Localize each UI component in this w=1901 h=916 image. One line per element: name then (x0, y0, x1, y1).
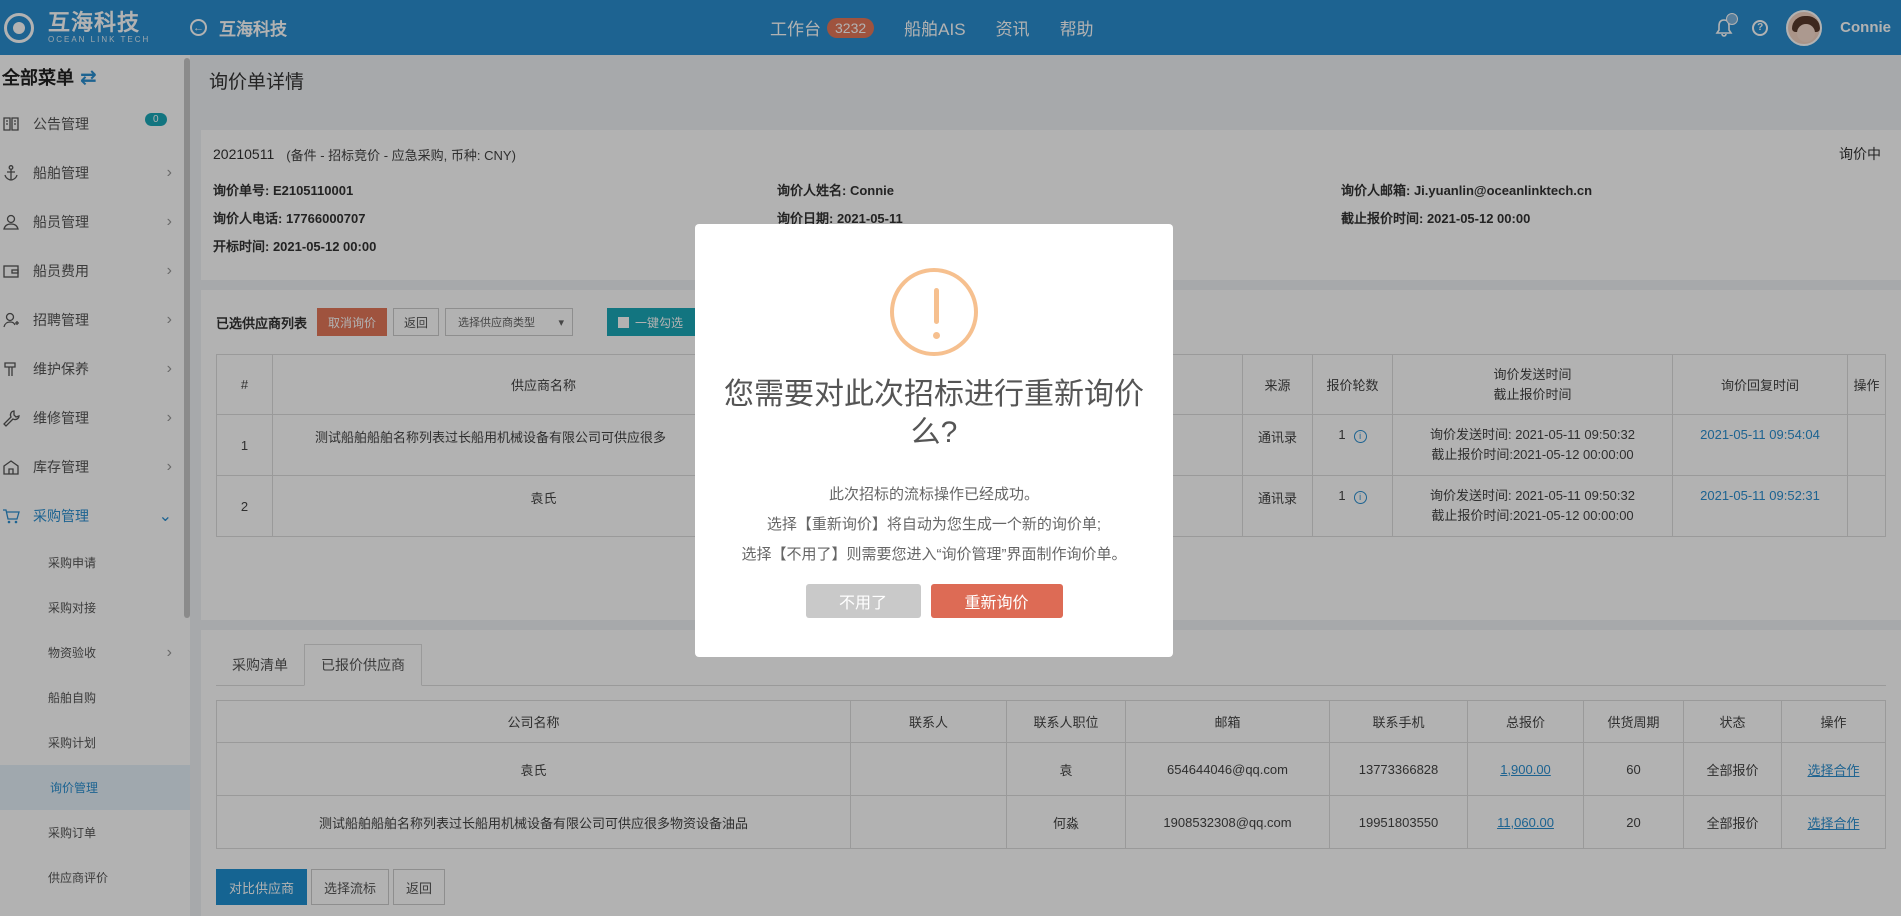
no-thanks-button[interactable]: 不用了 (805, 584, 921, 618)
warning-icon (890, 268, 978, 356)
dialog-message-line: 此次招标的流标操作已经成功。 (828, 486, 1039, 503)
dialog-message-line: 选择【不用了】则需要您进入“询价管理”界面制作询价单。 (741, 546, 1127, 563)
dialog-message-line: 选择【重新询价】将自动为您生成一个新的询价单; (766, 516, 1102, 533)
dialog-title: 您需要对此次招标进行重新询价么? (724, 378, 1144, 449)
reinquiry-dialog: 您需要对此次招标进行重新询价么? 此次招标的流标操作已经成功。 选择【重新询价】… (695, 224, 1173, 657)
reinquiry-button[interactable]: 重新询价 (930, 584, 1063, 618)
